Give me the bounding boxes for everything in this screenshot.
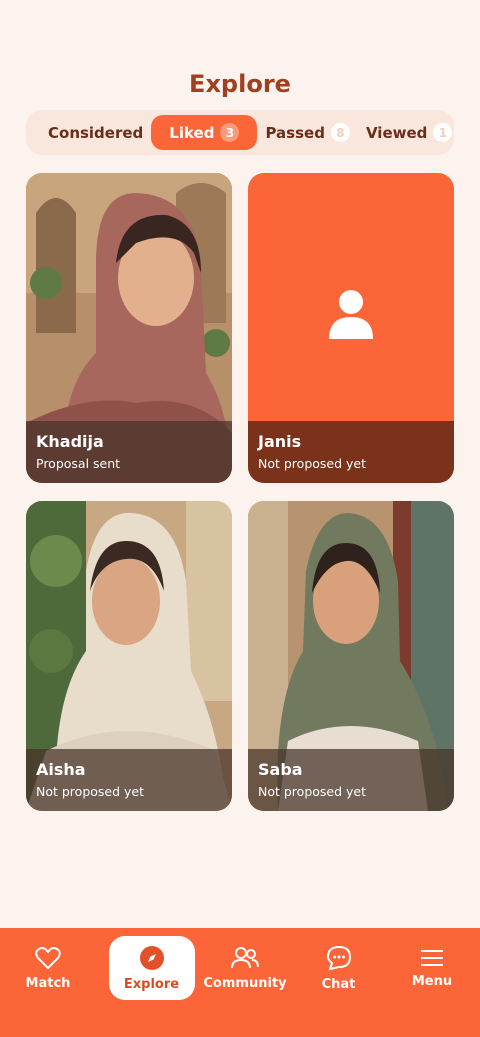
profile-name: Janis xyxy=(258,432,302,451)
nav-label: Explore xyxy=(123,976,180,992)
proposal-status: Not proposed yet xyxy=(258,456,367,471)
page-title: Explore xyxy=(189,70,291,98)
profile-name: Saba xyxy=(258,760,303,779)
card-caption: Khadija Proposal sent xyxy=(26,421,232,483)
menu-icon xyxy=(421,949,443,966)
tab-liked[interactable]: Liked 3 xyxy=(151,115,258,150)
tab-viewed[interactable]: Viewed 1 xyxy=(358,115,460,150)
chat-icon xyxy=(326,945,351,970)
nav-label: Community xyxy=(203,975,287,991)
proposal-status: Not proposed yet xyxy=(36,784,145,799)
nav-menu[interactable]: Menu xyxy=(389,936,475,1000)
people-icon xyxy=(231,946,259,968)
tab-considered[interactable]: Considered xyxy=(40,115,151,150)
count-badge: 3 xyxy=(220,123,240,142)
card-caption: Aisha Not proposed yet xyxy=(26,749,232,811)
nav-label: Chat xyxy=(321,976,356,992)
profile-card-aisha[interactable]: Aisha Not proposed yet xyxy=(26,501,232,811)
nav-match[interactable]: Match xyxy=(5,936,91,1000)
nav-community[interactable]: Community xyxy=(202,936,288,1000)
profile-name: Khadija xyxy=(36,432,104,451)
proposal-status: Not proposed yet xyxy=(258,784,367,799)
nav-label: Menu xyxy=(411,973,453,989)
card-caption: Saba Not proposed yet xyxy=(248,749,454,811)
profile-card-janis[interactable]: Janis Not proposed yet xyxy=(248,173,454,483)
profile-card-saba[interactable]: Saba Not proposed yet xyxy=(248,501,454,811)
compass-icon xyxy=(139,945,164,970)
proposal-status: Proposal sent xyxy=(36,456,121,471)
profile-name: Aisha xyxy=(36,760,86,779)
heart-icon xyxy=(35,946,61,969)
tab-label: Considered xyxy=(48,123,144,142)
tab-passed[interactable]: Passed 8 xyxy=(257,115,357,150)
tab-label: Passed xyxy=(265,123,325,142)
count-badge: 1 xyxy=(433,123,453,142)
profile-card-khadija[interactable]: Khadija Proposal sent xyxy=(26,173,232,483)
person-placeholder-icon xyxy=(329,290,373,339)
nav-chat[interactable]: Chat xyxy=(296,936,382,1000)
nav-label: Match xyxy=(25,975,71,991)
bottom-nav: Match Explore Community Chat Menu xyxy=(0,928,480,1037)
explore-tabs: Considered Liked 3 Passed 8 Viewed 1 xyxy=(26,110,454,155)
nav-explore[interactable]: Explore xyxy=(108,936,195,1000)
tab-label: Liked xyxy=(169,123,215,142)
tab-label: Viewed xyxy=(365,123,428,142)
card-caption: Janis Not proposed yet xyxy=(248,421,454,483)
count-badge: 8 xyxy=(330,123,350,142)
